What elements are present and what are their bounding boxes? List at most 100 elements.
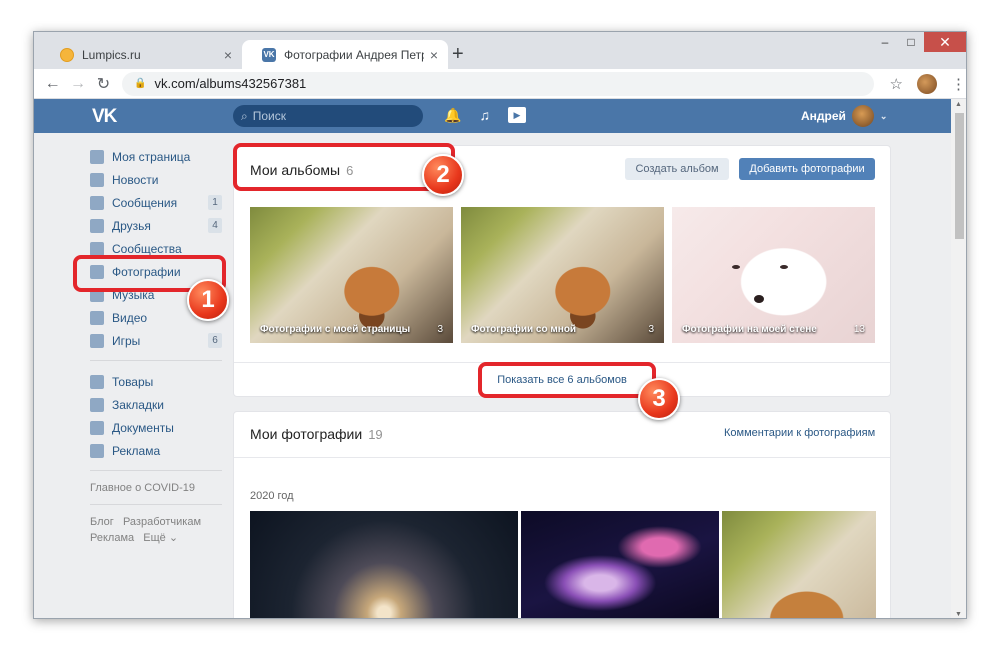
news-icon	[90, 172, 104, 187]
user-menu[interactable]: Андрей ⌄	[801, 105, 887, 127]
annotation-badge-1: 1	[187, 279, 229, 321]
photo-thumbnail-nebula[interactable]	[521, 511, 719, 618]
photos-divider	[234, 457, 890, 458]
photos-count: 19	[368, 427, 383, 442]
bookmark-star-icon[interactable]: ☆	[890, 75, 903, 93]
sidebar-item-label: Сообщения	[112, 195, 178, 210]
address-bar[interactable]: 🔒 vk.com/albums432567381	[122, 71, 874, 96]
user-name: Андрей	[801, 109, 846, 123]
user-avatar	[851, 105, 874, 127]
sidebar-item-label: Видео	[112, 310, 148, 325]
lumpics-favicon-icon	[60, 47, 74, 62]
album-card-photos-with-me[interactable]: Фотографии со мной 3	[461, 207, 664, 343]
sidebar-item-label: Игры	[112, 333, 141, 348]
sidebar-item-label: Закладки	[112, 397, 164, 412]
developers-link[interactable]: Разработчикам	[123, 516, 201, 528]
close-window-button[interactable]: ✕	[924, 32, 966, 52]
menu-dots-icon[interactable]: ⋮	[951, 75, 966, 93]
search-icon: ⌕	[241, 108, 248, 123]
music-note-icon[interactable]: ♫	[479, 107, 490, 124]
sidebar-item-label: Друзья	[112, 218, 151, 233]
sidebar-item-label: Сообщества	[112, 241, 182, 256]
photos-card: Мои фотографии 19 Комментарии к фотографи…	[233, 411, 891, 618]
document-icon	[90, 420, 104, 435]
sidebar-item-bookmarks[interactable]: Закладки	[90, 393, 222, 416]
chevron-down-icon: ⌄	[879, 110, 888, 121]
home-icon	[90, 149, 104, 164]
tab-strip: Lumpics.ru × VK Фотографии Андрея Петров…	[34, 32, 966, 69]
album-name: Фотографии на моей стене	[682, 324, 817, 335]
left-sidebar: Моя страница Новости Сообщения 1 Друзья 4 …	[90, 145, 222, 546]
scroll-up-icon[interactable]: ▲	[955, 101, 962, 108]
sidebar-item-documents[interactable]: Документы	[90, 416, 222, 439]
friends-count-badge: 4	[208, 218, 222, 233]
annotation-badge-3: 3	[638, 378, 680, 420]
tab-lumpics[interactable]: Lumpics.ru ×	[40, 40, 242, 69]
sidebar-item-label: Документы	[112, 420, 174, 435]
gamepad-icon	[90, 333, 104, 348]
bag-icon	[90, 374, 104, 389]
video-play-icon[interactable]: ▶	[507, 107, 526, 123]
forward-arrow-icon[interactable]: →	[65, 75, 90, 93]
film-icon	[90, 310, 104, 325]
annotation-highlight-albums	[233, 143, 455, 191]
album-card-profile-photos[interactable]: Фотографии с моей страницы 3	[250, 207, 453, 343]
album-count: 13	[853, 324, 865, 335]
photo-comments-link[interactable]: Комментарии к фотографиям	[724, 427, 875, 439]
back-arrow-icon[interactable]: ←	[40, 75, 65, 93]
sidebar-item-goods[interactable]: Товары	[90, 370, 222, 393]
vk-header: VK ⌕ Поиск 🔔 ♫ ▶ Андрей ⌄	[34, 99, 951, 133]
ads-link[interactable]: Реклама	[90, 532, 134, 544]
sidebar-item-news[interactable]: Новости	[90, 168, 222, 191]
year-label: 2020 год	[250, 490, 294, 502]
sidebar-item-my-page[interactable]: Моя страница	[90, 145, 222, 168]
sidebar-item-label: Товары	[112, 374, 154, 389]
sidebar-item-ads[interactable]: Реклама	[90, 439, 222, 462]
tab-vk-photos[interactable]: VK Фотографии Андрея Петрова – ×	[242, 40, 448, 69]
page-viewport: VK ⌕ Поиск 🔔 ♫ ▶ Андрей ⌄ Моя страница Н…	[34, 99, 966, 618]
album-name: Фотографии со мной	[471, 324, 577, 335]
fox-nose	[754, 295, 764, 303]
photo-thumbnail-dog[interactable]	[722, 511, 876, 618]
sidebar-item-friends[interactable]: Друзья 4	[90, 214, 222, 237]
album-card-wall-photos[interactable]: Фотографии на моей стене 13	[672, 207, 875, 343]
album-name: Фотографии с моей страницы	[260, 324, 411, 335]
sidebar-item-games[interactable]: Игры 6	[90, 329, 222, 352]
reload-icon[interactable]: ↻	[91, 74, 116, 94]
page-scrollbar[interactable]: ▲ ▼	[951, 99, 966, 618]
scroll-thumb[interactable]	[955, 113, 964, 239]
tab-title: Lumpics.ru	[82, 47, 141, 62]
vk-favicon-icon: VK	[262, 47, 276, 62]
minimize-button[interactable]: –	[872, 32, 898, 52]
covid-link[interactable]: Главное о COVID-19	[90, 480, 222, 496]
sidebar-item-label: Реклама	[112, 443, 161, 458]
photos-title: Мои фотографии 19	[250, 426, 383, 442]
games-count-badge: 6	[208, 333, 222, 348]
create-album-button[interactable]: Создать альбом	[625, 158, 729, 180]
sidebar-divider	[90, 360, 222, 361]
search-placeholder: Поиск	[252, 109, 286, 123]
bell-icon[interactable]: 🔔	[444, 107, 461, 124]
more-link[interactable]: Ещё ⌄	[143, 532, 178, 544]
sidebar-item-label: Моя страница	[112, 149, 191, 164]
photo-thumbnail-galaxy[interactable]	[250, 511, 518, 618]
group-icon	[90, 241, 104, 256]
vk-logo[interactable]: VK	[92, 106, 117, 128]
tab-title: Фотографии Андрея Петрова –	[284, 47, 424, 62]
message-icon	[90, 195, 104, 210]
browser-window: Lumpics.ru × VK Фотографии Андрея Петров…	[33, 31, 967, 619]
new-tab-button[interactable]: +	[452, 44, 464, 64]
tab-close-icon[interactable]: ×	[224, 47, 232, 63]
profile-avatar-icon[interactable]	[916, 73, 937, 94]
add-photos-button[interactable]: Добавить фотографии	[739, 158, 875, 180]
blog-link[interactable]: Блог	[90, 516, 114, 528]
sidebar-item-messages[interactable]: Сообщения 1	[90, 191, 222, 214]
search-input[interactable]: ⌕ Поиск	[233, 105, 423, 127]
sidebar-divider	[90, 470, 222, 471]
maximize-button[interactable]: □	[898, 32, 924, 52]
address-text: vk.com/albums432567381	[154, 76, 307, 91]
browser-toolbar: ← → ↻ 🔒 vk.com/albums432567381 ☆ ⋮	[34, 69, 966, 99]
annotation-badge-2: 2	[422, 154, 464, 196]
tab-close-icon[interactable]: ×	[430, 47, 438, 63]
scroll-down-icon[interactable]: ▼	[955, 611, 962, 618]
